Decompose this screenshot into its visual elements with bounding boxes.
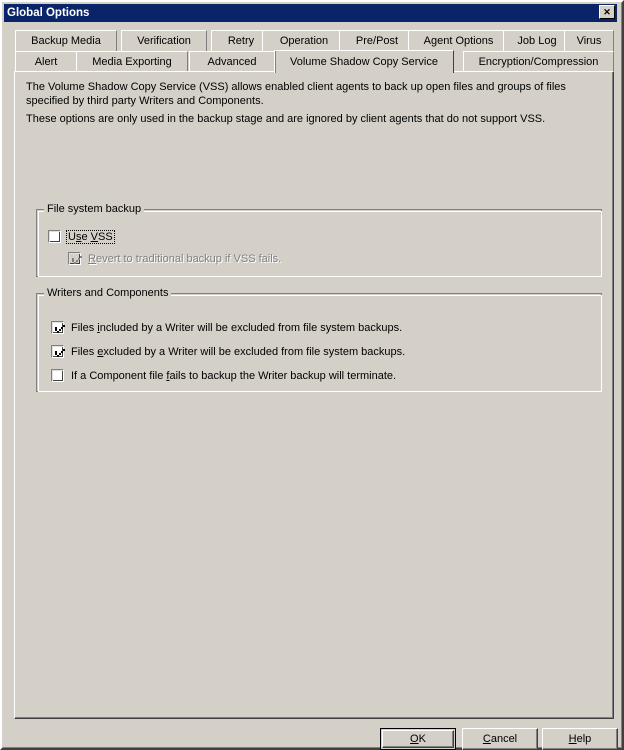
panel-inner-bevel [15,72,613,718]
tab-label: Agent Options [423,35,494,47]
tab-alert[interactable]: Alert [15,51,77,72]
tab-label: Media Exporting [92,56,172,68]
checkbox-box-use-vss[interactable] [48,230,61,243]
checkbox-label-component-fails: If a Component file fails to backup the … [71,369,397,382]
tab-agent-options[interactable]: Agent Options [408,30,509,51]
checkbox-files-included-by-writer[interactable]: Files included by a Writer will be exclu… [51,321,402,334]
checkbox-label-revert: Revert to traditional backup if VSS fail… [88,252,282,265]
tab-label: Encryption/Compression [478,56,599,68]
checkbox-label-files-included: Files included by a Writer will be exclu… [71,321,403,334]
tab-label: Job Log [517,35,557,47]
tab-verification[interactable]: Verification [121,30,207,51]
cancel-button-label: Cancel [482,733,518,745]
tab-pre-post[interactable]: Pre/Post [339,30,415,51]
tab-job-log[interactable]: Job Log [503,30,571,51]
tab-operation[interactable]: Operation [262,30,346,51]
tab-label: Verification [137,35,191,47]
tab-backup-media[interactable]: Backup Media [15,30,117,51]
checkbox-label-use-vss: Use VSS [66,229,115,244]
checkbox-box-files-included[interactable] [51,321,64,334]
checkbox-box-component-fails[interactable] [51,369,64,382]
cancel-button[interactable]: Cancel [462,728,538,750]
file-system-backup-group-title: File system backup [44,203,145,215]
tab-label: Advanced [207,56,257,68]
checkbox-box-revert[interactable] [68,252,81,265]
help-button[interactable]: Help [542,728,618,750]
vss-description-paragraph-2: These options are only used in the backu… [26,113,546,125]
tab-volume-shadow-copy-service[interactable]: Volume Shadow Copy Service [274,50,454,74]
checkbox-box-files-excluded[interactable] [51,345,64,358]
tab-advanced[interactable]: Advanced [189,51,275,72]
tab-encryption-compression[interactable]: Encryption/Compression [463,51,614,72]
tab-row-2: Alert Media Exporting Advanced Volume Shado… [14,50,614,74]
tab-content-panel: The Volume Shadow Copy Service (VSS) all… [14,71,614,719]
file-system-backup-group: File system backup [36,203,602,277]
checkbox-revert-to-traditional-backup[interactable]: Revert to traditional backup if VSS fail… [68,252,281,265]
tab-virus[interactable]: Virus [564,30,614,51]
tab-media-exporting[interactable]: Media Exporting [76,51,188,72]
tab-label: Alert [34,56,58,68]
tab-label: Backup Media [31,35,101,47]
tab-label: Volume Shadow Copy Service [290,56,438,68]
dialog-window: Global Options ✕ Backup Media Verificatio… [0,0,624,750]
checkbox-files-excluded-by-writer[interactable]: Files excluded by a Writer will be exclu… [51,345,405,358]
checkbox-use-vss[interactable]: Use VSS [48,229,115,244]
tab-label: Pre/Post [355,35,399,47]
close-icon[interactable]: ✕ [599,5,615,19]
writers-and-components-group-title: Writers and Components [44,287,172,299]
tab-label: Retry [227,35,255,47]
tab-row-1: Backup Media Verification Retry Operation Pr… [14,30,614,51]
ok-button-label: OK [410,733,426,745]
help-button-label: Help [568,733,592,745]
tab-strip: Backup Media Verification Retry Operation Pr… [14,30,614,74]
title-bar[interactable]: Global Options ✕ [4,4,617,22]
vss-description-paragraph-1: The Volume Shadow Copy Service (VSS) all… [26,81,566,107]
tab-label: Operation [279,35,329,47]
tab-label: Virus [576,35,602,47]
window-title: Global Options [7,7,90,19]
ok-button[interactable]: OK [380,728,456,750]
checkbox-label-files-excluded: Files excluded by a Writer will be exclu… [71,345,406,358]
checkbox-component-file-fails-terminate[interactable]: If a Component file fails to backup the … [51,369,396,382]
